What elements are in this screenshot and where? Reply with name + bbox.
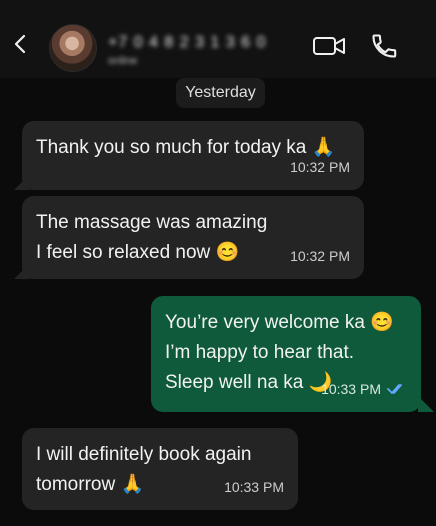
message-line: The massage was amazing bbox=[36, 212, 268, 233]
chevron-left-icon bbox=[14, 34, 26, 54]
message-time: 10:33 PM bbox=[321, 374, 407, 404]
message-time: 10:32 PM bbox=[290, 152, 350, 182]
message-time: 10:33 PM bbox=[224, 472, 284, 502]
timestamp: 10:32 PM bbox=[290, 248, 350, 264]
video-call-button[interactable] bbox=[312, 33, 346, 59]
message-line: You’re very welcome ka 😊 bbox=[165, 312, 394, 333]
contact-avatar[interactable] bbox=[49, 24, 97, 72]
message-bubble-incoming[interactable]: The massage was amazing I feel so relaxe… bbox=[22, 196, 364, 279]
message-bubble-incoming[interactable]: Thank you so much for today ka 🙏 10:32 P… bbox=[22, 121, 364, 190]
message-bubble-incoming[interactable]: I will definitely book again tomorrow 🙏 … bbox=[22, 428, 298, 510]
voice-call-button[interactable] bbox=[368, 30, 400, 62]
double-check-icon bbox=[387, 384, 402, 394]
timestamp: 10:32 PM bbox=[290, 159, 350, 175]
message-time: 10:32 PM bbox=[290, 241, 350, 271]
back-button[interactable] bbox=[8, 24, 34, 64]
chat-header: +7 0 4 8 2 3 1 3 6 0 online bbox=[0, 0, 436, 78]
message-line: I will definitely book again bbox=[36, 444, 252, 465]
timestamp: 10:33 PM bbox=[321, 381, 381, 397]
message-line: I’m happy to hear that. bbox=[165, 342, 355, 363]
message-bubble-outgoing[interactable]: You’re very welcome ka 😊 I’m happy to he… bbox=[151, 296, 421, 412]
timestamp: 10:33 PM bbox=[224, 479, 284, 495]
video-call-icon bbox=[313, 37, 345, 55]
phone-icon bbox=[372, 34, 397, 58]
contact-name[interactable]: +7 0 4 8 2 3 1 3 6 0 bbox=[108, 34, 266, 52]
date-separator: Yesterday bbox=[176, 78, 265, 108]
contact-status: online bbox=[108, 55, 138, 67]
